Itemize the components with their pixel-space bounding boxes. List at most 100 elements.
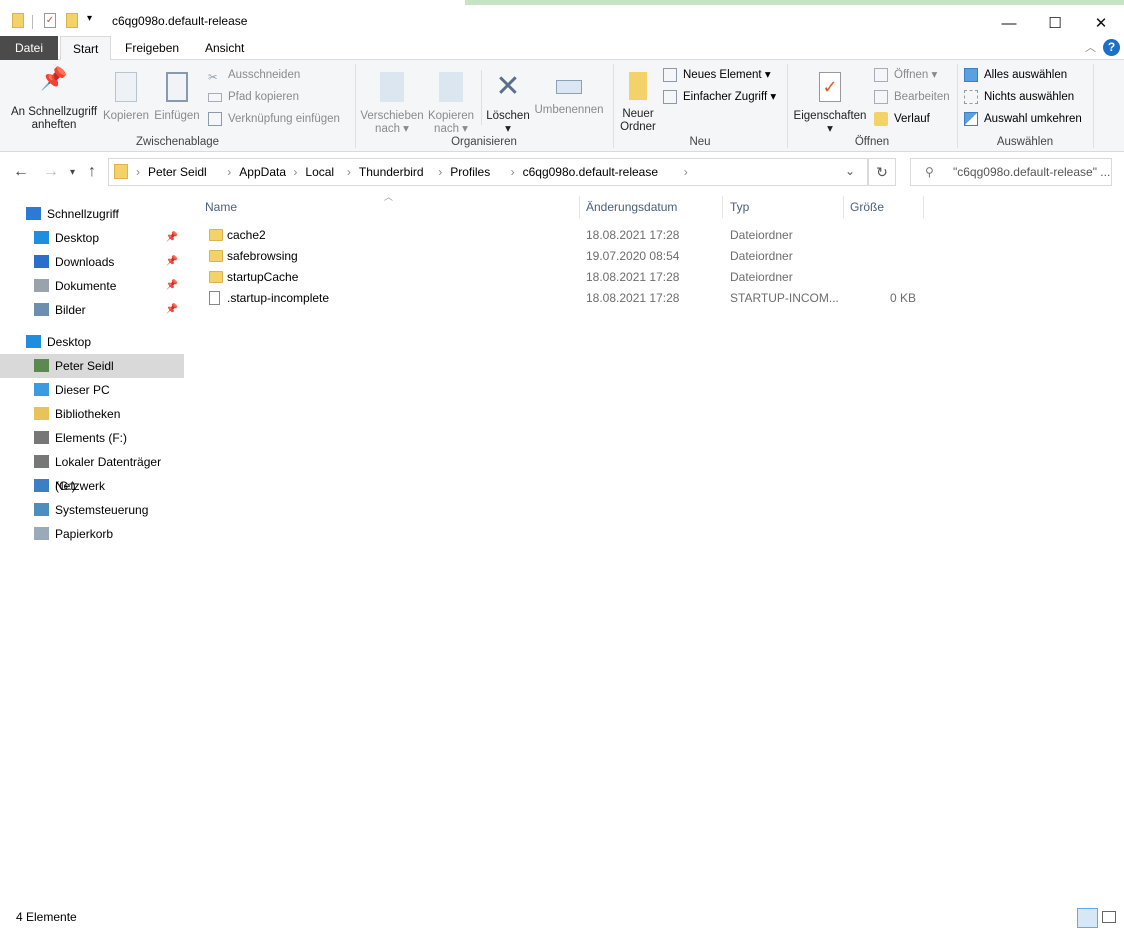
edit-button[interactable]: Bearbeiten	[874, 87, 950, 107]
shortcut-icon	[208, 112, 222, 126]
address-bar[interactable]: › Peter Seidl › AppData › Local › Thunderbird › P…	[108, 158, 868, 186]
column-header-name[interactable]: Name	[205, 196, 237, 218]
sidebar-item[interactable]: Dokumente 📌	[0, 274, 184, 298]
search-input[interactable]: ⚲ "c6qg098o.default-release" ...	[910, 158, 1112, 186]
breadcrumb-separator[interactable]: ›	[227, 165, 231, 179]
file-type: Dateiordner	[730, 270, 793, 284]
breadcrumb-item[interactable]: AppData	[239, 165, 286, 179]
pin-icon[interactable]: 📌	[166, 250, 178, 274]
breadcrumb-separator[interactable]: ›	[293, 165, 297, 179]
sidebar-item-label: Desktop	[55, 231, 100, 245]
select-all-button[interactable]: Alles auswählen	[964, 65, 1067, 85]
tab-start[interactable]: Start	[60, 36, 112, 61]
invert-selection-button[interactable]: Auswahl umkehren	[964, 109, 1082, 129]
maximize-button[interactable]: ☐	[1032, 11, 1078, 37]
open-button[interactable]: Öffnen ▾	[874, 65, 937, 85]
pin-icon[interactable]: 📌	[166, 274, 178, 298]
ribbon: 📌 An Schnellzugriff anheften Kopieren Ei…	[0, 60, 1124, 152]
rename-icon	[556, 80, 582, 94]
folder-icon	[209, 271, 223, 283]
sidebar-item-icon	[26, 207, 41, 220]
breadcrumb-separator[interactable]: ›	[438, 165, 442, 179]
close-button[interactable]: ✕	[1078, 11, 1124, 37]
paste-button[interactable]: Einfügen	[152, 66, 202, 123]
tab-datei[interactable]: Datei	[0, 36, 58, 60]
collapse-ribbon-icon[interactable]: ︿	[1085, 39, 1096, 55]
breadcrumb-separator[interactable]: ›	[684, 165, 688, 179]
select-all-icon	[964, 68, 978, 82]
sidebar-item[interactable]: Desktop	[0, 330, 184, 354]
folder-icon	[12, 13, 24, 28]
address-dropdown-icon[interactable]: ⌄	[845, 164, 855, 178]
sidebar-item[interactable]: Peter Seidl	[0, 354, 184, 378]
file-row[interactable]: cache2 18.08.2021 17:28 Dateiordner	[200, 225, 924, 246]
cut-button[interactable]: ✂ Ausschneiden	[208, 65, 300, 85]
history-button[interactable]: Verlauf	[874, 109, 930, 129]
file-type: Dateiordner	[730, 249, 793, 263]
breadcrumb-separator[interactable]: ›	[136, 165, 140, 179]
new-item-button[interactable]: Neues Element ▾	[663, 65, 771, 85]
sidebar-item[interactable]: Papierkorb	[0, 522, 184, 546]
column-header-size[interactable]: Größe	[850, 196, 884, 218]
sidebar-item[interactable]: Schnellzugriff	[0, 202, 184, 226]
forward-button[interactable]: →	[43, 163, 59, 181]
sidebar-item[interactable]: Dieser PC	[0, 378, 184, 402]
sidebar-item[interactable]: Elements (F:)	[0, 426, 184, 450]
easy-access-button[interactable]: Einfacher Zugriff ▾	[663, 87, 776, 107]
up-button[interactable]: ↑	[88, 163, 96, 181]
copy-path-button[interactable]: Pfad kopieren	[208, 87, 299, 107]
recent-locations-dropdown[interactable]: ▾	[70, 167, 75, 178]
group-label-oeffnen: Öffnen	[854, 136, 890, 148]
sidebar-item[interactable]: Downloads 📌	[0, 250, 184, 274]
properties-button[interactable]: ✓ Eigenschaften ▾	[792, 66, 868, 136]
new-item-icon	[663, 68, 677, 82]
copy-to-button[interactable]: Kopieren nach ▾	[425, 66, 477, 136]
large-icons-view-button[interactable]	[1102, 911, 1116, 923]
title-bar: ✓ ▾ c6qg098o.default-release — ☐ ✕	[0, 5, 1124, 36]
invert-selection-icon	[964, 112, 978, 126]
quick-access-dropdown-icon[interactable]: ▾	[87, 13, 92, 24]
path-icon	[208, 93, 222, 102]
move-to-button[interactable]: Verschieben nach ▾	[360, 66, 424, 136]
pin-icon[interactable]: 📌	[166, 226, 178, 250]
folder-icon	[114, 164, 128, 179]
rename-button[interactable]: Umbenennen	[532, 66, 606, 117]
sidebar-item-label: Schnellzugriff	[47, 207, 119, 221]
new-folder-quick-icon[interactable]	[66, 13, 78, 28]
breadcrumb-separator[interactable]: ›	[511, 165, 515, 179]
help-icon[interactable]: ?	[1103, 39, 1120, 56]
refresh-button[interactable]: ↻	[868, 158, 896, 186]
tab-freigeben[interactable]: Freigeben	[113, 36, 191, 60]
pin-icon[interactable]: 📌	[166, 298, 178, 322]
paste-shortcut-button[interactable]: Verknüpfung einfügen	[208, 109, 340, 129]
breadcrumb-item[interactable]: Thunderbird	[359, 165, 424, 179]
breadcrumb-item[interactable]: Peter Seidl	[148, 165, 207, 179]
breadcrumb-separator[interactable]: ›	[347, 165, 351, 179]
file-row[interactable]: startupCache 18.08.2021 17:28 Dateiordner	[200, 267, 924, 288]
tab-ansicht[interactable]: Ansicht	[193, 36, 256, 60]
minimize-button[interactable]: —	[986, 11, 1032, 37]
sidebar-item[interactable]: Systemsteuerung	[0, 498, 184, 522]
new-folder-button[interactable]: Neuer Ordner	[616, 66, 660, 134]
sidebar-item[interactable]: Desktop 📌	[0, 226, 184, 250]
breadcrumb-item[interactable]: Local	[305, 165, 334, 179]
breadcrumb-item[interactable]: c6qg098o.default-release	[523, 165, 658, 179]
breadcrumb-item[interactable]: Profiles	[450, 165, 490, 179]
sidebar-item[interactable]: Lokaler Datenträger (G:)	[0, 450, 184, 493]
column-header-type[interactable]: Typ	[730, 196, 749, 218]
properties-icon: ✓	[819, 72, 841, 102]
file-name: cache2	[227, 228, 266, 242]
column-header-date[interactable]: Änderungsdatum	[586, 196, 677, 218]
sidebar-item[interactable]: Bilder 📌	[0, 298, 184, 322]
details-view-button[interactable]	[1077, 908, 1098, 928]
copy-button[interactable]: Kopieren	[102, 66, 150, 123]
delete-button[interactable]: ✕ Löschen ▾	[484, 66, 532, 136]
back-button[interactable]: ←	[13, 163, 29, 181]
properties-quick-icon[interactable]: ✓	[44, 13, 56, 28]
select-none-button[interactable]: Nichts auswählen	[964, 87, 1074, 107]
sidebar-item[interactable]: Bibliotheken	[0, 402, 184, 426]
sidebar-item[interactable]: Netzwerk	[0, 474, 184, 498]
file-row[interactable]: safebrowsing 19.07.2020 08:54 Dateiordner	[200, 246, 924, 267]
file-row[interactable]: .startup-incomplete 18.08.2021 17:28 START…	[200, 288, 924, 309]
pin-quick-access-button[interactable]: 📌 An Schnellzugriff anheften	[6, 66, 102, 132]
